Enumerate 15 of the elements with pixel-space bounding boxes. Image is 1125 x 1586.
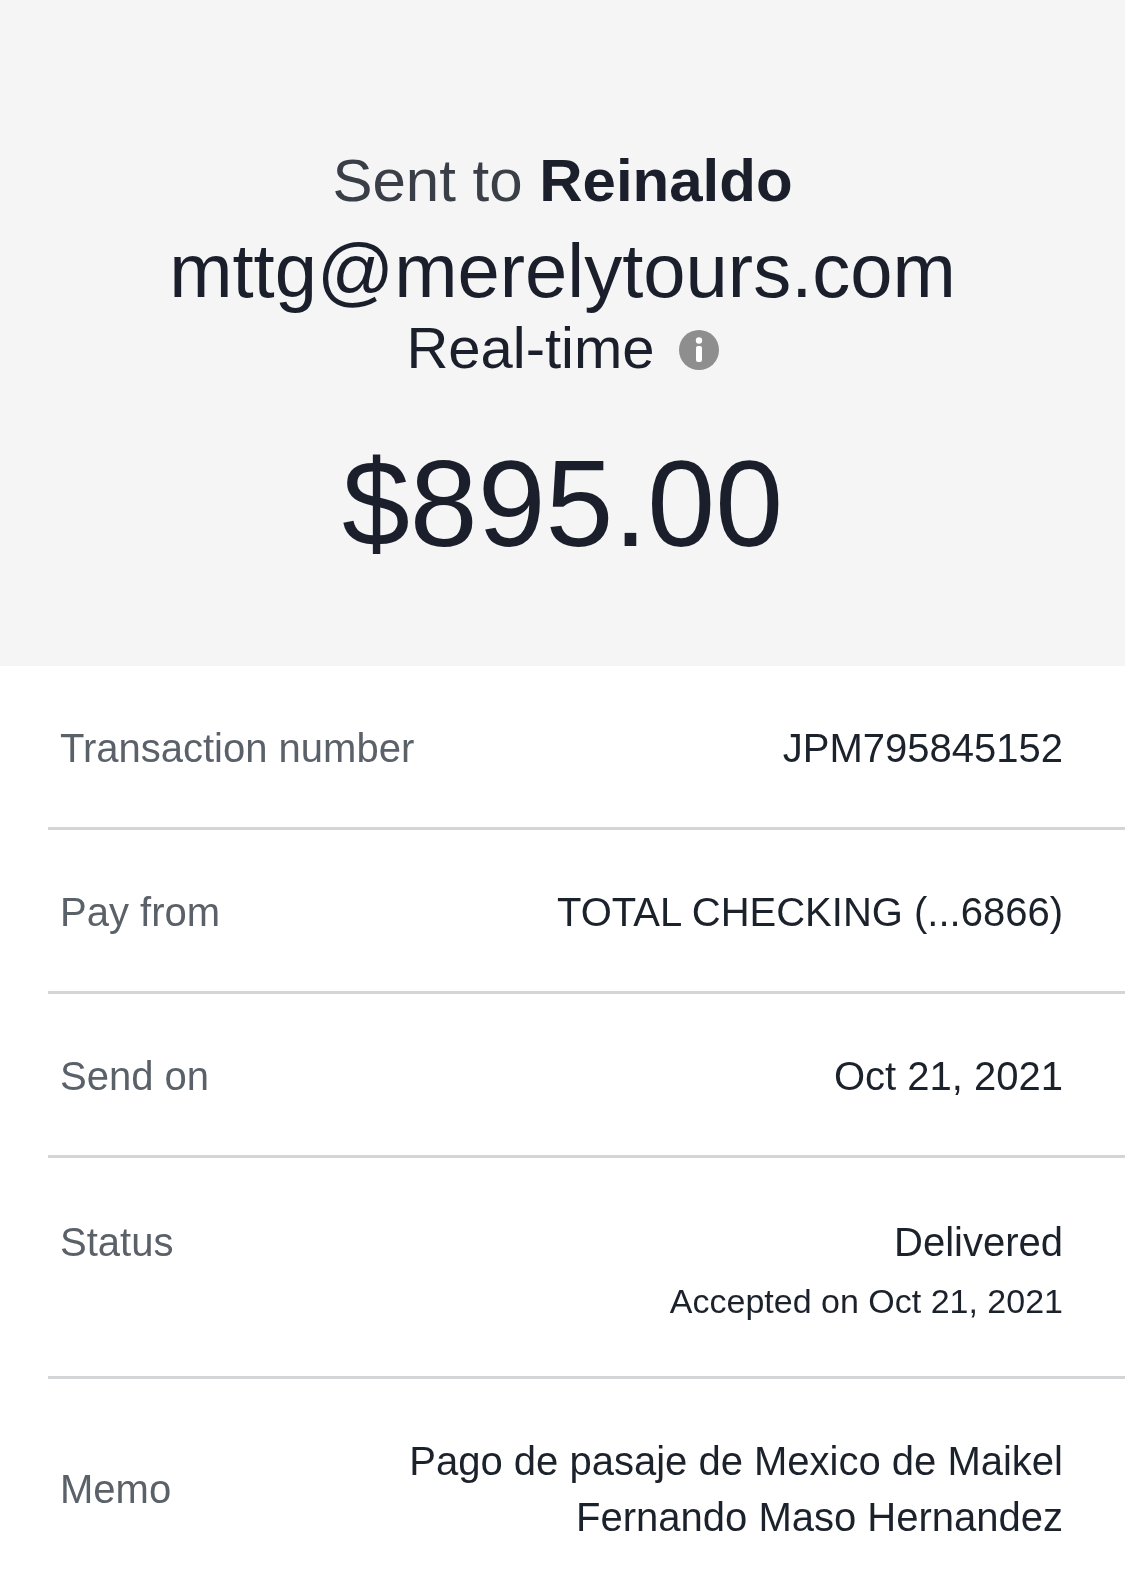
detail-label: Memo — [60, 1466, 172, 1513]
detail-value: Pago de pasaje de Mexico de Maikel Fernando Maso Hernandez — [408, 1438, 1063, 1541]
detail-label: Send on — [60, 1053, 210, 1100]
detail-label: Transaction number — [60, 725, 415, 772]
detail-label: Pay from — [60, 889, 221, 936]
detail-value: Delivered — [894, 1219, 1063, 1266]
detail-value: JPM795845152 — [782, 725, 1063, 772]
detail-value: Oct 21, 2021 — [833, 1053, 1063, 1100]
amount-text: $895.00 — [342, 443, 783, 565]
detail-label: Status — [60, 1219, 174, 1266]
detail-value: TOTAL CHECKING (...6866) — [556, 889, 1063, 936]
recipient-title: Sent to Reinaldo — [332, 151, 793, 211]
transfer-speed-label: Real-time — [406, 319, 655, 377]
status-note: Accepted on Oct 21, 2021 — [669, 1281, 1063, 1321]
info-icon[interactable] — [678, 330, 719, 370]
